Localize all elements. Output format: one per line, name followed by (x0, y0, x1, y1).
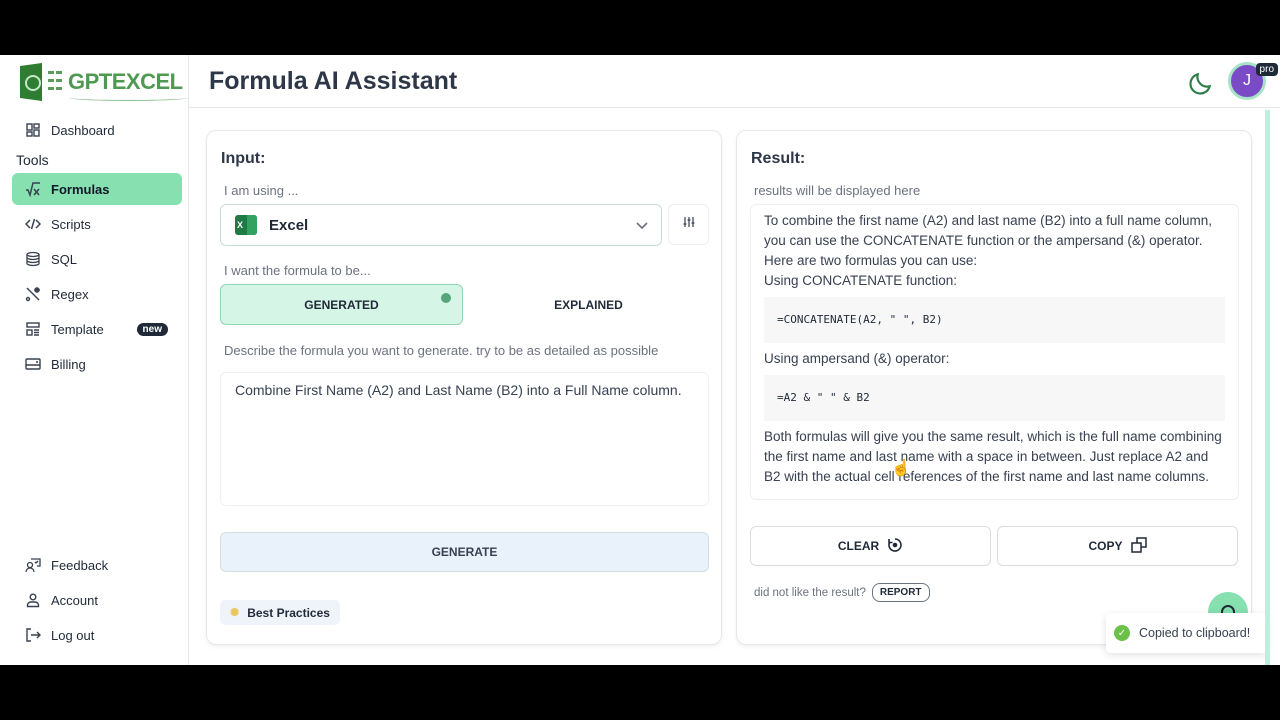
template-icon (25, 321, 41, 337)
database-icon (25, 251, 41, 267)
reset-icon (887, 537, 903, 556)
app-screen: GPTEXCEL Dashboard Tools Formulas Script… (0, 55, 1280, 665)
sidebar-item-label: Log out (51, 627, 95, 643)
best-practices-label: Best Practices (247, 605, 330, 620)
logo[interactable]: GPTEXCEL (20, 63, 189, 101)
report-button[interactable]: REPORT (871, 583, 930, 602)
result-hint: results will be displayed here (754, 183, 921, 198)
sidebar-item-template[interactable]: Template new (12, 313, 182, 345)
tools-section-label: Tools (16, 152, 49, 168)
lightbulb-icon: ✺ (230, 607, 240, 619)
mode-generated-label: GENERATED (304, 297, 379, 312)
sidebar-item-billing[interactable]: Billing (12, 348, 182, 380)
copy-icon (1130, 536, 1147, 556)
credit-card-icon (25, 356, 41, 372)
chevron-down-icon (635, 218, 649, 232)
toast-message: Copied to clipboard! (1139, 626, 1251, 640)
sidebar-item-logout[interactable]: Log out (12, 619, 182, 651)
sidebar-item-label: Formulas (51, 181, 110, 197)
sidebar-item-scripts[interactable]: Scripts (12, 208, 182, 240)
dashboard-icon (25, 122, 41, 138)
check-icon: ✓ (1114, 625, 1130, 641)
sidebar-item-label: Billing (51, 356, 86, 372)
result-title: Result: (751, 150, 806, 167)
sidebar-item-label: Regex (51, 286, 89, 302)
input-title: Input: (221, 150, 266, 167)
sidebar-item-label: Account (51, 592, 98, 608)
sqrt-x-icon (25, 181, 41, 197)
mode-generated-button[interactable]: GENERATED (220, 284, 463, 325)
clear-button[interactable]: CLEAR (750, 526, 991, 566)
sidebar-item-label: SQL (51, 251, 78, 267)
logo-text: GPTEXCEL (68, 69, 189, 101)
sidebar-item-label: Feedback (51, 557, 109, 573)
excel-icon: X (235, 215, 257, 235)
mode-label: I want the formula to be... (224, 263, 371, 278)
code-icon (25, 216, 41, 232)
hand-cursor-icon: ☝ (891, 460, 911, 477)
describe-label: Describe the formula you want to generat… (224, 343, 659, 358)
copy-label: COPY (1088, 539, 1123, 553)
sidebar-item-dashboard[interactable]: Dashboard (12, 114, 182, 146)
sidebar-item-label: Dashboard (51, 122, 115, 138)
sidebar-item-regex[interactable]: Regex (12, 278, 182, 310)
toast-notification: ✓ Copied to clipboard! (1106, 613, 1267, 653)
header: Formula AI Assistant J pro (189, 55, 1280, 108)
prompt-textarea[interactable]: Combine First Name (A2) and Last Name (B… (220, 372, 709, 506)
sidebar-item-sql[interactable]: SQL (12, 243, 182, 275)
scrollbar[interactable] (1265, 110, 1270, 665)
app-select[interactable]: X Excel (220, 204, 662, 246)
sidebar-item-label: Scripts (51, 216, 91, 232)
generate-button[interactable]: GENERATE (220, 532, 709, 572)
generate-label: GENERATE (431, 545, 498, 559)
clear-label: CLEAR (837, 539, 880, 553)
new-badge: new (136, 322, 168, 336)
sidebar-item-feedback[interactable]: Feedback (12, 549, 182, 581)
result-intro: To combine the first name (A2) and last … (764, 213, 1212, 268)
user-icon (25, 592, 41, 608)
logout-icon (25, 627, 41, 643)
dark-mode-toggle-icon[interactable] (1188, 70, 1214, 96)
result-card: Result: results will be displayed here T… (736, 130, 1252, 645)
page-title: Formula AI Assistant (209, 67, 458, 95)
using-label: I am using ... (224, 183, 299, 198)
check-circle-icon (441, 293, 451, 303)
feedback-icon (25, 557, 41, 573)
selected-app: Excel (269, 216, 309, 234)
grid-logo-icon (48, 71, 62, 93)
report-row: did not like the result? REPORT (754, 583, 930, 602)
report-prompt: did not like the result? (754, 586, 866, 599)
sidebar-item-label: Template (51, 321, 104, 337)
regex-icon (25, 286, 41, 302)
amp-code-block[interactable]: =A2 & " " & B2 (764, 375, 1225, 421)
mode-explained-button[interactable]: EXPLAINED (467, 284, 710, 325)
result-output[interactable]: To combine the first name (A2) and last … (750, 204, 1239, 500)
sidebar-item-formulas[interactable]: Formulas (12, 173, 182, 205)
sidebar-item-account[interactable]: Account (12, 584, 182, 616)
result-outro: Both formulas will give you the same res… (764, 429, 1222, 484)
excel-logo-icon (20, 63, 42, 101)
copy-button[interactable]: COPY (997, 526, 1238, 566)
concat-code-block[interactable]: =CONCATENATE(A2, " ", B2) (764, 297, 1225, 343)
avatar-initial: J (1243, 72, 1251, 89)
best-practices-button[interactable]: ✺ Best Practices (220, 600, 340, 625)
pro-badge: pro (1255, 63, 1278, 76)
sidebar: GPTEXCEL Dashboard Tools Formulas Script… (0, 55, 189, 665)
input-card: Input: I am using ... X Excel I want the… (206, 130, 722, 645)
amp-heading: Using ampersand (&) operator: (764, 351, 950, 366)
mode-explained-label: EXPLAINED (554, 297, 623, 312)
concat-heading: Using CONCATENATE function: (764, 273, 958, 288)
settings-button[interactable] (668, 204, 709, 245)
sliders-icon (682, 215, 696, 234)
